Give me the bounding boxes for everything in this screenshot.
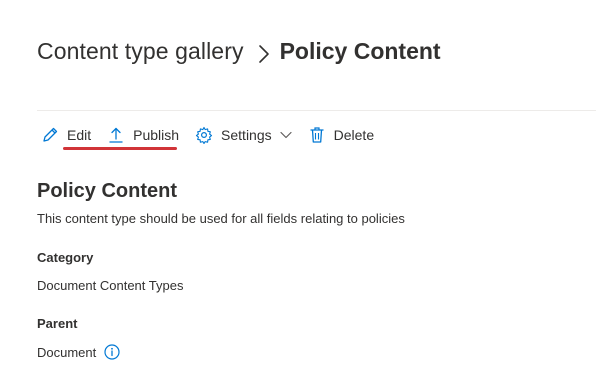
parent-value: Document [37,344,97,360]
publish-highlight-underline [63,147,177,150]
upload-icon [107,126,125,144]
edit-button[interactable]: Edit [41,122,91,148]
parent-label: Parent [37,316,78,331]
trash-icon [308,126,326,144]
command-bar: Edit Publish Settings Delete [41,122,374,148]
publish-button[interactable]: Publish [107,122,179,148]
content-type-title: Policy Content [37,180,178,202]
breadcrumb-parent-link[interactable]: Content type gallery [37,38,244,65]
pencil-icon [41,126,59,144]
page-title: Policy Content [279,38,441,64]
category-label: Category [37,250,94,265]
chevron-down-icon [280,131,292,139]
delete-button[interactable]: Delete [308,122,374,148]
settings-label: Settings [221,127,272,143]
content-type-description: This content type should be used for all… [37,211,405,226]
settings-button[interactable]: Settings [195,122,292,148]
header-divider [37,110,596,111]
chevron-right-icon [258,44,270,64]
breadcrumb: Content type gallery Policy Content [37,38,441,65]
gear-icon [195,126,213,144]
category-value: Document Content Types [37,278,184,293]
info-icon[interactable] [104,344,120,360]
publish-label: Publish [133,127,180,143]
edit-label: Edit [67,127,92,143]
parent-value-row: Document [37,344,120,360]
delete-label: Delete [333,127,375,143]
